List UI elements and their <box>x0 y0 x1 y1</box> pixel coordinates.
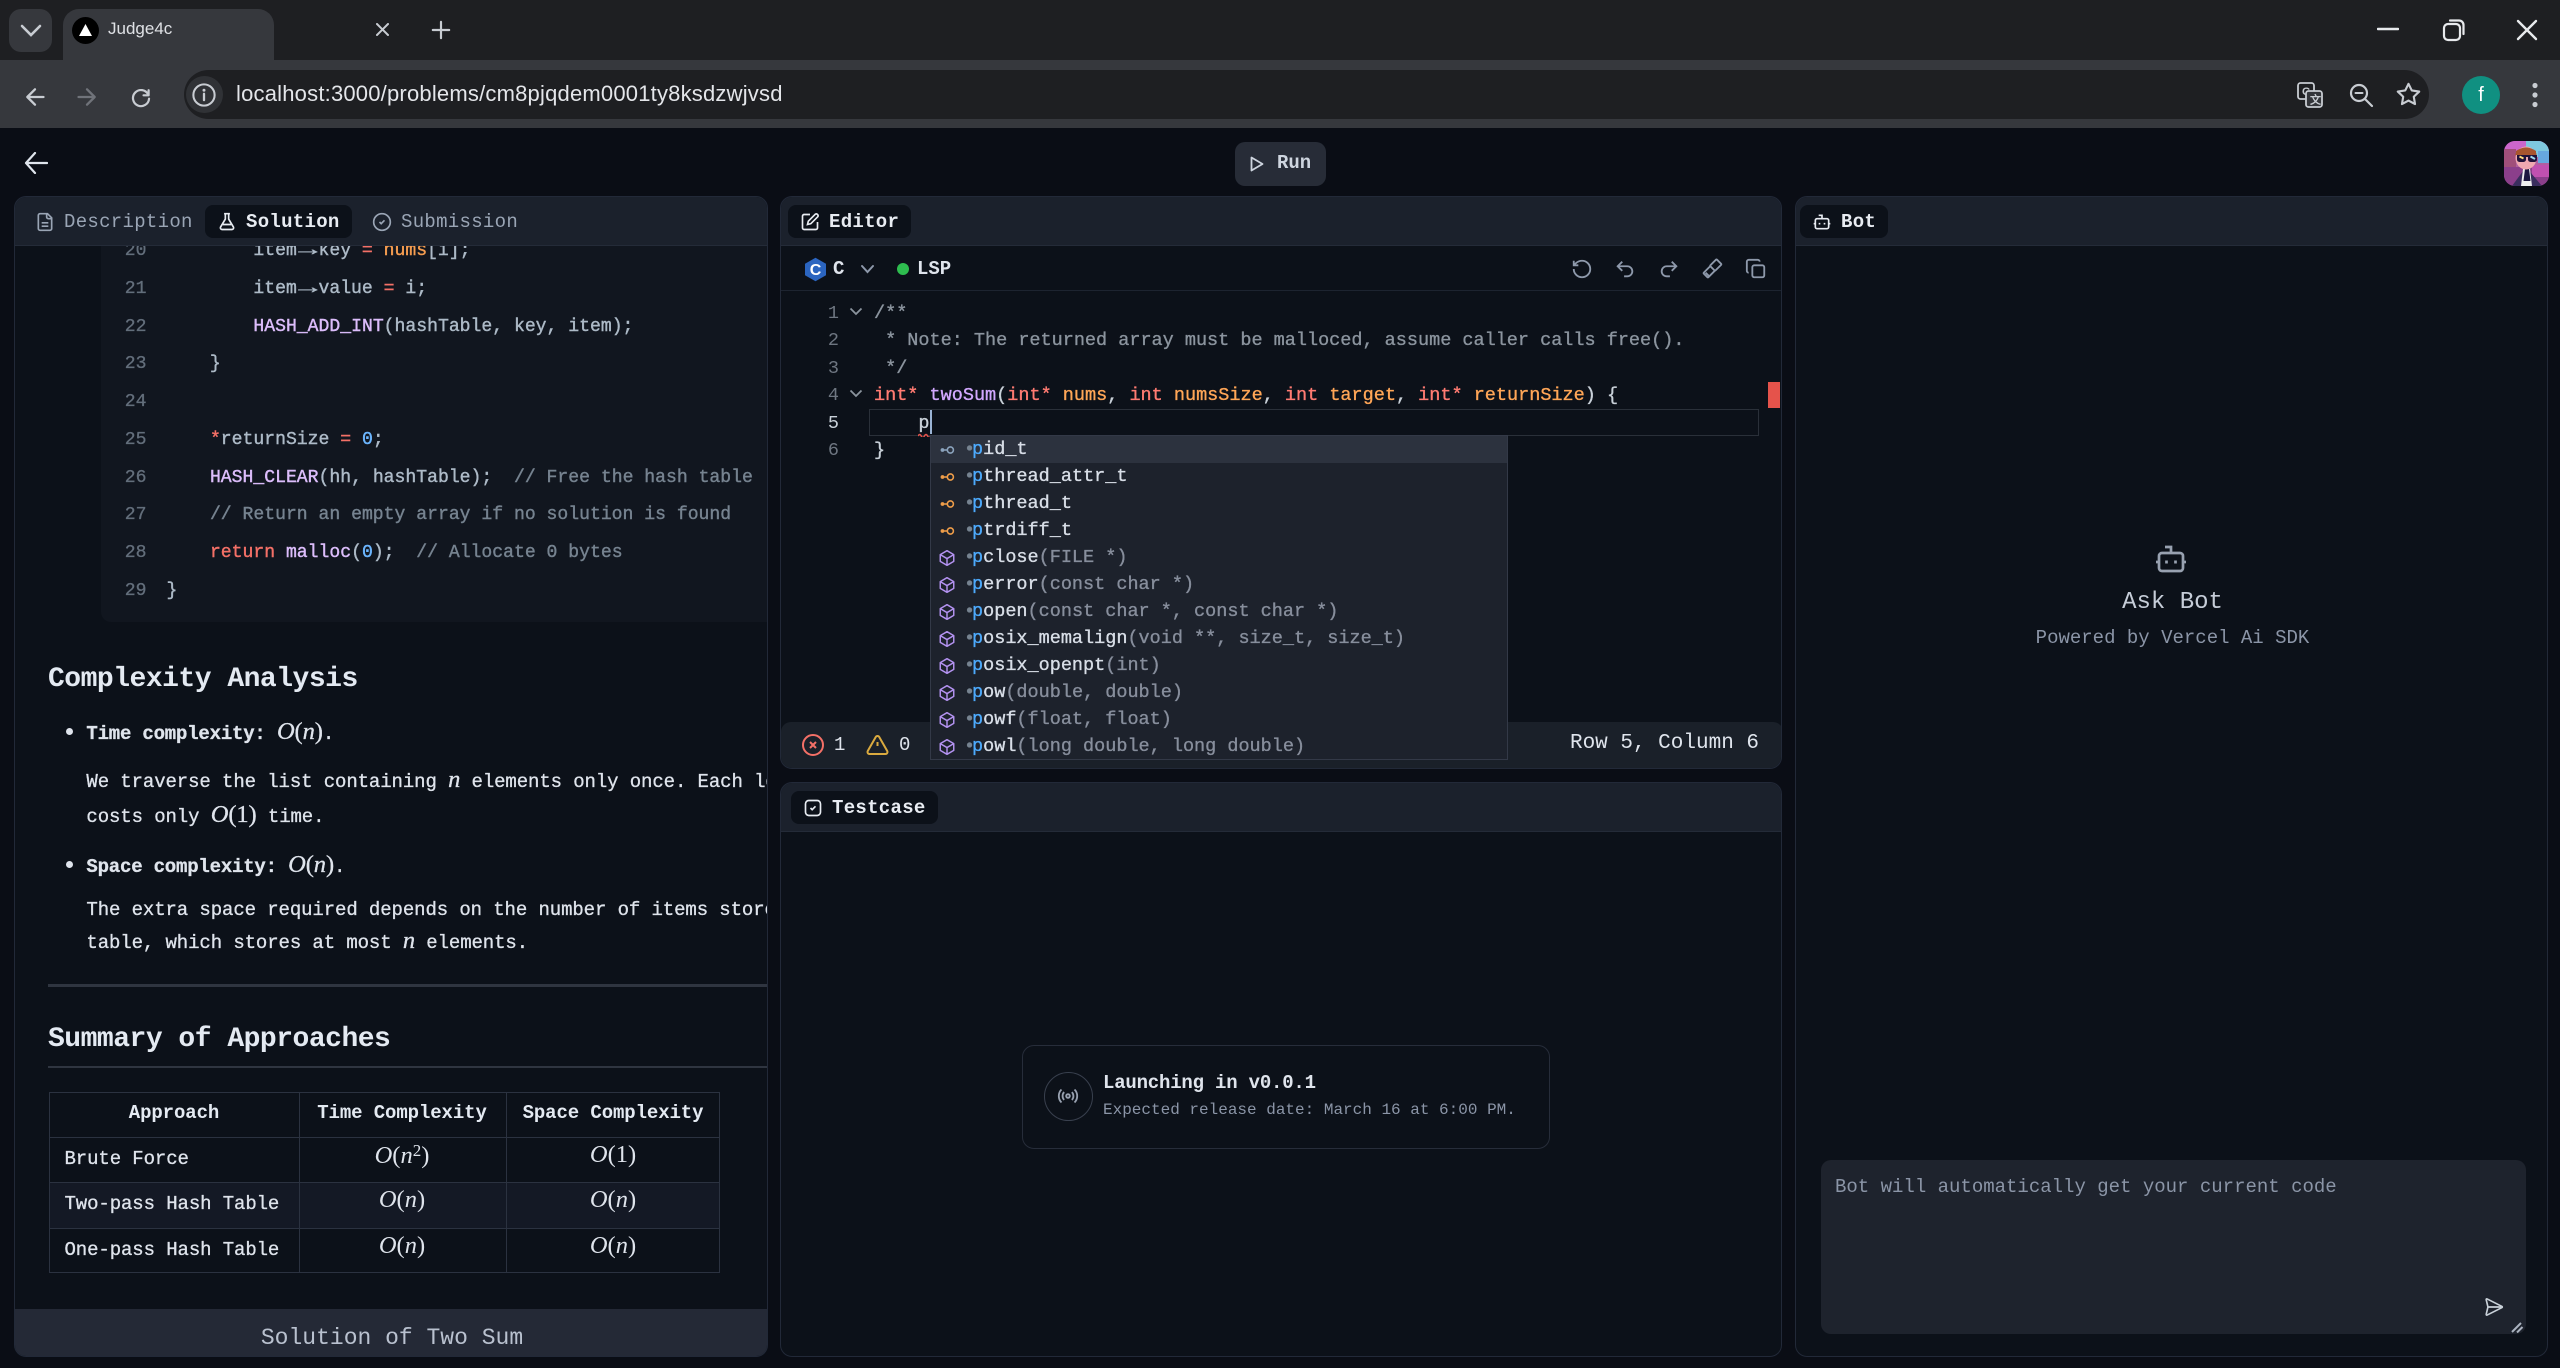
svg-text:C: C <box>810 262 822 279</box>
svg-text:文: 文 <box>2310 93 2322 107</box>
